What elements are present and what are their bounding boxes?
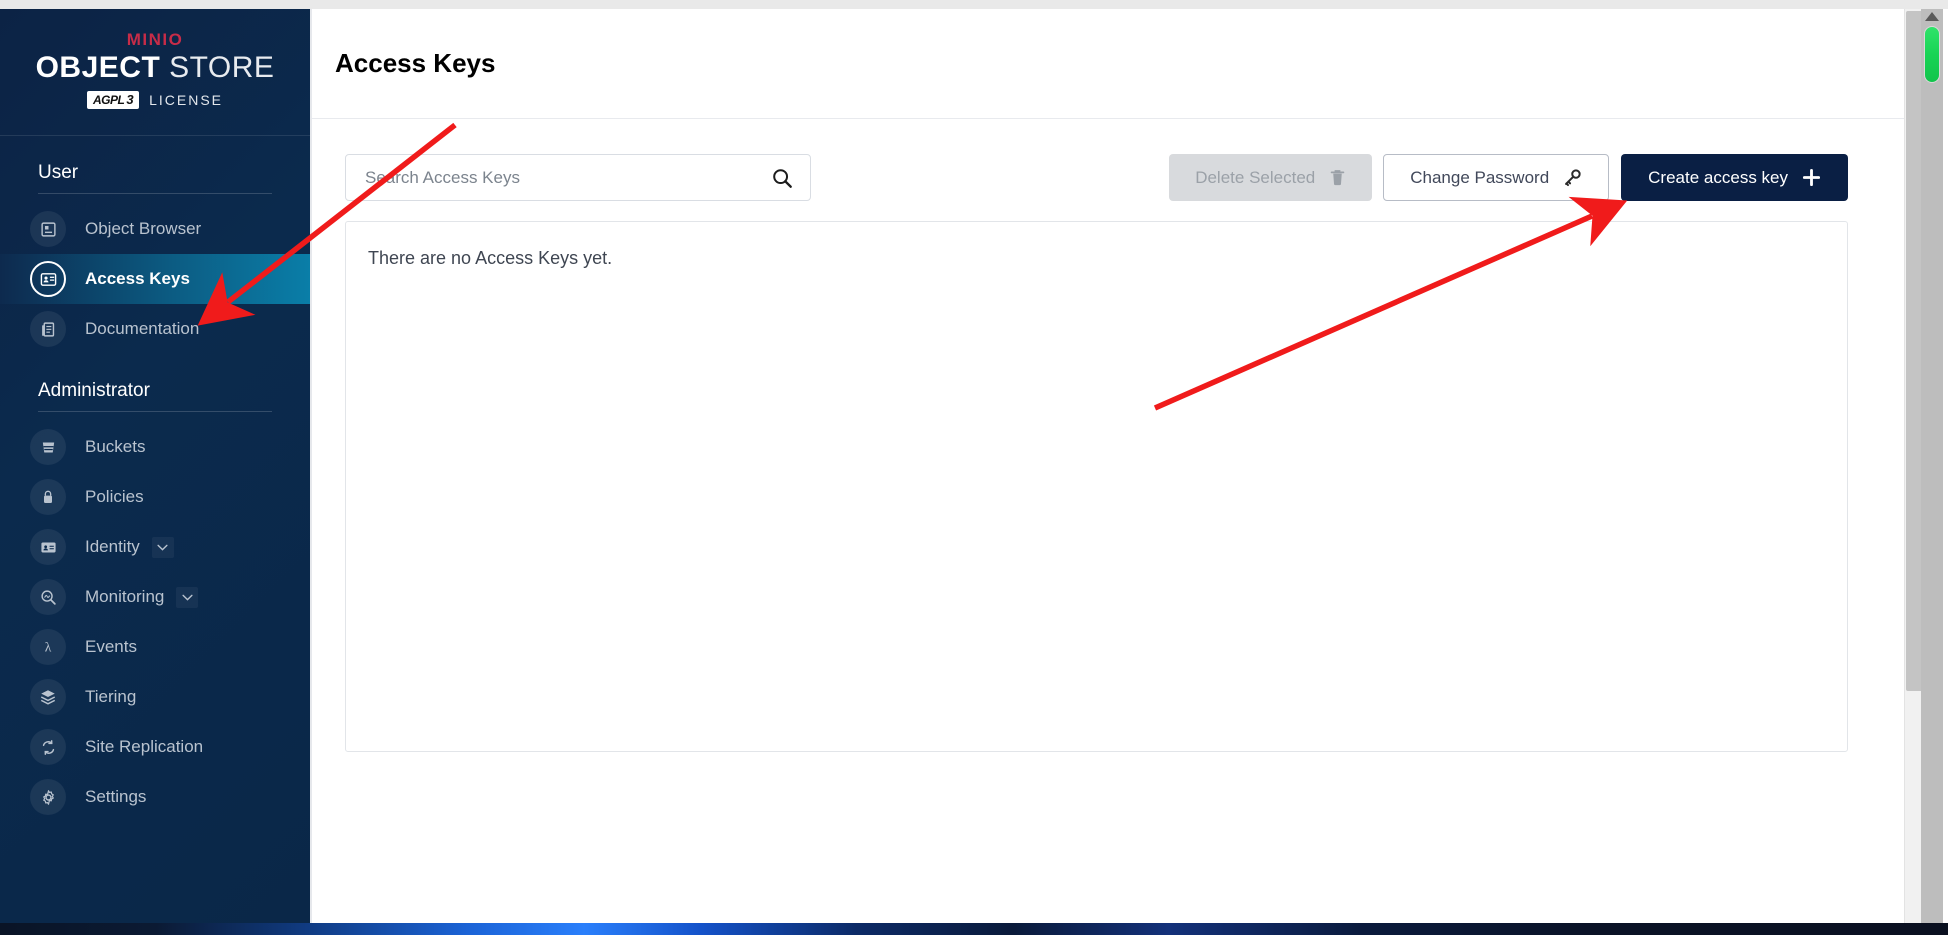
identity-card-icon <box>30 529 66 566</box>
sidebar-divider-administrator <box>38 411 272 413</box>
sidebar-item-tiering[interactable]: Tiering <box>0 672 310 722</box>
svg-text:λ: λ <box>45 640 52 655</box>
lock-icon <box>30 479 66 516</box>
window-scrollbar-thumb[interactable] <box>1924 26 1940 83</box>
sidebar-item-buckets[interactable]: Buckets <box>0 422 310 472</box>
sidebar-item-label: Access Keys <box>85 269 190 289</box>
delete-selected-label: Delete Selected <box>1195 167 1316 187</box>
sidebar-item-label: Buckets <box>85 437 146 457</box>
os-taskbar[interactable] <box>0 923 1948 935</box>
trash-icon <box>1329 168 1346 187</box>
sidebar-item-label: Policies <box>85 487 144 507</box>
key-icon <box>1563 168 1582 187</box>
sidebar-item-site-replication[interactable]: Site Replication <box>0 722 310 772</box>
sidebar-item-access-keys[interactable]: Access Keys <box>0 254 310 305</box>
sidebar-item-policies[interactable]: Policies <box>0 472 310 522</box>
agpl-badge: AGPL 3 <box>87 91 140 110</box>
access-keys-panel: There are no Access Keys yet. <box>345 221 1848 752</box>
chevron-down-icon[interactable] <box>176 586 199 608</box>
sidebar-section-title-user: User <box>38 162 79 184</box>
empty-state-message: There are no Access Keys yet. <box>368 248 613 268</box>
object-store-wordmark: OBJECT STORE <box>0 51 310 86</box>
documentation-icon <box>30 311 66 348</box>
delete-selected-button[interactable]: Delete Selected <box>1169 154 1373 201</box>
create-access-key-label: Create access key <box>1648 167 1788 187</box>
license-label: LICENSE <box>149 92 223 109</box>
change-password-button[interactable]: Change Password <box>1383 154 1610 201</box>
main-content: Access Keys Search Access Keys Delete Se… <box>310 9 1904 923</box>
plus-icon <box>1802 168 1821 187</box>
page-title: Access Keys <box>335 48 496 78</box>
sidebar-item-identity[interactable]: Identity <box>0 522 310 572</box>
replication-icon <box>30 729 66 766</box>
monitoring-icon <box>30 579 66 616</box>
sidebar-item-settings[interactable]: Settings <box>0 772 310 822</box>
sidebar-divider-user <box>38 193 272 195</box>
sidebar-item-label: Monitoring <box>85 587 165 607</box>
window-scrollbar-track[interactable] <box>1921 9 1943 923</box>
brand-logo: MINIO OBJECT STORE AGPL 3 LICENSE <box>0 9 310 137</box>
agpl-version: 3 <box>126 92 134 108</box>
window-top-strip <box>0 0 1948 9</box>
bucket-icon <box>30 429 66 466</box>
sidebar-item-monitoring[interactable]: Monitoring <box>0 572 310 622</box>
lambda-icon: λ <box>30 629 66 666</box>
content-left-rule <box>310 9 312 923</box>
search-icon[interactable] <box>771 167 793 189</box>
search-input[interactable]: Search Access Keys <box>345 154 811 201</box>
agpl-text: AGPL <box>93 92 125 107</box>
sidebar-item-label: Settings <box>85 787 147 807</box>
minio-wordmark: MINIO <box>126 30 184 49</box>
license-row: AGPL 3 LICENSE <box>0 91 310 110</box>
toolbar: Search Access Keys Delete Selected Chang… <box>310 119 1904 201</box>
object-browser-icon <box>30 211 66 248</box>
layers-icon <box>30 679 66 716</box>
sidebar-item-label: Site Replication <box>85 737 204 757</box>
scroll-up-arrow-icon[interactable] <box>1925 12 1939 21</box>
sidebar-item-events[interactable]: λ Events <box>0 622 310 672</box>
sidebar: MINIO OBJECT STORE AGPL 3 LICENSE User Ob… <box>0 9 310 923</box>
sidebar-item-label: Object Browser <box>85 219 202 239</box>
sidebar-item-label: Tiering <box>85 687 137 707</box>
sidebar-item-object-browser[interactable]: Object Browser <box>0 204 310 254</box>
sidebar-item-label: Identity <box>85 537 140 557</box>
search-placeholder: Search Access Keys <box>365 167 520 187</box>
access-keys-icon <box>30 261 66 298</box>
sidebar-item-label: Events <box>85 637 137 657</box>
wordmark-object: OBJECT <box>35 50 161 84</box>
page-header: Access Keys <box>310 9 1904 119</box>
app-root: MINIO OBJECT STORE AGPL 3 LICENSE User Ob… <box>0 0 1948 935</box>
sidebar-item-documentation[interactable]: Documentation <box>0 304 310 354</box>
gear-icon <box>30 779 66 816</box>
create-access-key-button[interactable]: Create access key <box>1621 154 1848 201</box>
change-password-label: Change Password <box>1410 167 1550 187</box>
chevron-down-icon[interactable] <box>151 536 174 558</box>
sidebar-item-label: Documentation <box>85 319 200 339</box>
wordmark-store: STORE <box>169 50 275 84</box>
sidebar-section-title-administrator: Administrator <box>38 380 150 402</box>
